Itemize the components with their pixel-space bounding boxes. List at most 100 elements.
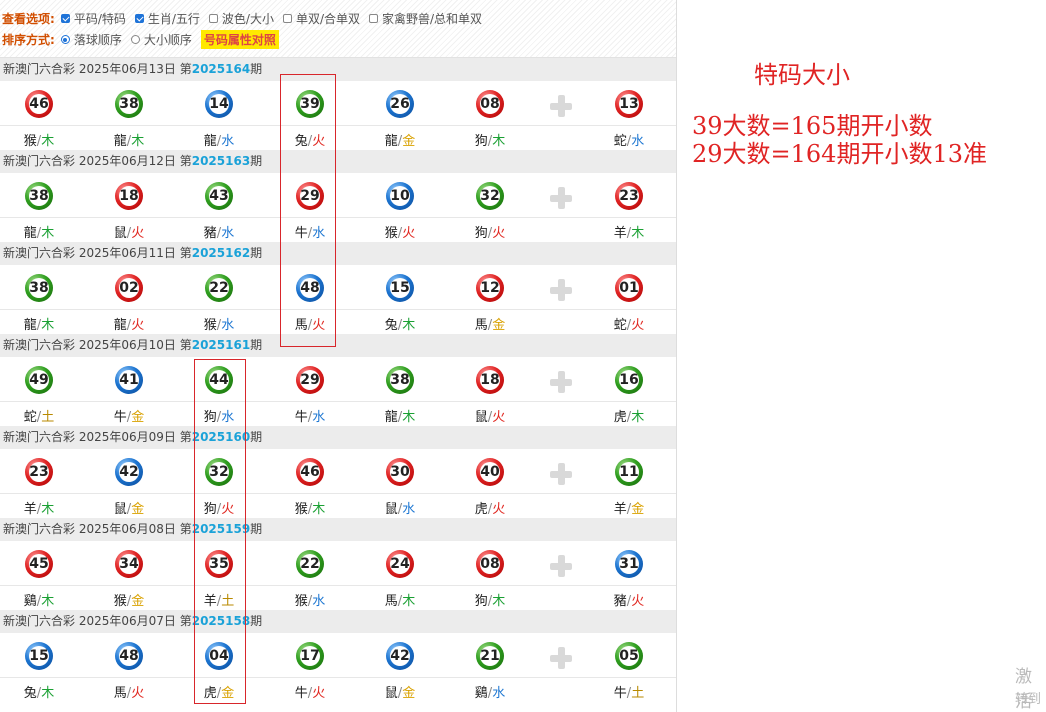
zodiac-label: 兔 xyxy=(384,318,398,333)
element-label: 木 xyxy=(312,502,326,517)
draw-date-label: 新澳门六合彩 2025年06月07日 第 xyxy=(3,614,192,628)
ball-number: 10 xyxy=(390,188,410,204)
ball-attribute: 鼠/水 xyxy=(375,498,425,517)
special-number-ball: 11 xyxy=(615,458,643,486)
zodiac-label: 鼠 xyxy=(474,410,488,425)
option-label: 落球顺序 xyxy=(73,33,122,47)
plus-icon xyxy=(548,461,574,487)
element-label: 木 xyxy=(492,134,506,149)
ball-number: 43 xyxy=(209,188,229,204)
ball-attribute: 龍/金 xyxy=(375,130,425,149)
ball-number: 21 xyxy=(480,648,500,664)
zodiac-label: 羊 xyxy=(613,226,627,241)
balls-row: 49 41 44 29 38 18 16 xyxy=(0,357,676,401)
ball-attribute: 猴/木 xyxy=(14,130,64,149)
ball-number: 38 xyxy=(29,188,49,204)
ball-number: 35 xyxy=(209,556,229,572)
element-label: 土 xyxy=(41,410,55,425)
attributes-row: 蛇/土 牛/金 狗/水 牛/水 龍/木 鼠/火 虎/木 xyxy=(0,401,676,427)
checkbox-icon[interactable] xyxy=(282,14,292,23)
ball-number: 15 xyxy=(29,648,49,664)
option-color-size[interactable]: 波色/大小 xyxy=(208,10,274,27)
ball-attribute: 兔/木 xyxy=(14,682,64,701)
ball-attribute: 鷄/木 xyxy=(14,590,64,609)
element-label: 火 xyxy=(492,502,506,517)
ball-attribute: 龍/木 xyxy=(14,314,64,333)
element-label: 水 xyxy=(221,318,235,333)
number-ball: 48 xyxy=(115,642,143,670)
checkbox-icon[interactable] xyxy=(134,14,144,23)
element-label: 金 xyxy=(131,594,145,609)
sort-size-order[interactable]: 大小顺序 xyxy=(130,31,192,48)
element-label: 金 xyxy=(402,134,416,149)
draw-issue-suffix: 期 xyxy=(250,246,263,260)
plus-icon xyxy=(548,93,574,119)
attributes-row: 羊/木 鼠/金 狗/火 猴/木 鼠/水 虎/火 羊/金 xyxy=(0,493,676,519)
number-ball: 04 xyxy=(205,642,233,670)
ball-number: 24 xyxy=(390,556,410,572)
ball-number: 18 xyxy=(119,188,139,204)
ball-number: 16 xyxy=(619,372,639,388)
draw-issue-suffix: 期 xyxy=(250,430,263,444)
option-label: 单双/合单双 xyxy=(295,12,360,26)
element-label: 水 xyxy=(492,686,506,701)
option-domestic-wild[interactable]: 家禽野兽/总和单双 xyxy=(369,10,482,27)
draw-issue-number: 2025163 xyxy=(191,154,251,168)
zodiac-label: 蛇 xyxy=(613,318,627,333)
ball-attribute: 猴/水 xyxy=(285,590,335,609)
attributes-row: 猴/木 龍/木 龍/水 兔/火 龍/金 狗/木 蛇/水 xyxy=(0,125,676,151)
element-label: 木 xyxy=(402,318,416,333)
ball-number: 14 xyxy=(209,96,229,112)
number-ball: 44 xyxy=(205,366,233,394)
number-ball: 46 xyxy=(25,90,53,118)
ball-attribute: 馬/火 xyxy=(104,682,154,701)
zodiac-label: 兔 xyxy=(23,686,37,701)
number-attribute-compare-button[interactable]: 号码属性对照 xyxy=(200,30,279,49)
ball-number: 31 xyxy=(619,556,639,572)
draw-block: 新澳门六合彩 2025年06月09日 第2025160期 23 42 32 46 30 40… xyxy=(0,426,676,518)
ball-number: 42 xyxy=(119,464,139,480)
checkbox-icon[interactable] xyxy=(208,14,218,23)
zodiac-label: 牛 xyxy=(294,686,308,701)
sort-draw-order[interactable]: 落球顺序 xyxy=(60,31,122,48)
number-ball: 43 xyxy=(205,182,233,210)
draw-block: 新澳门六合彩 2025年06月10日 第2025161期 49 41 44 29 38 18… xyxy=(0,334,676,426)
radio-icon[interactable] xyxy=(130,35,140,44)
annotation-line-2: 29大数=164期开小数13准 xyxy=(692,140,987,168)
element-label: 金 xyxy=(402,686,416,701)
draw-header: 新澳门六合彩 2025年06月07日 第2025158期 xyxy=(0,610,676,633)
element-label: 水 xyxy=(631,134,645,149)
ball-number: 42 xyxy=(390,648,410,664)
zodiac-label: 鼠 xyxy=(113,502,127,517)
option-label: 家禽野兽/总和单双 xyxy=(382,12,483,26)
ball-number: 48 xyxy=(119,648,139,664)
element-label: 木 xyxy=(631,410,645,425)
option-odd-even[interactable]: 单双/合单双 xyxy=(282,10,360,27)
checkbox-icon[interactable] xyxy=(60,14,70,23)
plus-icon xyxy=(548,369,574,395)
element-label: 木 xyxy=(41,134,55,149)
ball-attribute: 狗/木 xyxy=(465,590,515,609)
zodiac-label: 龍 xyxy=(23,318,37,333)
balls-row: 45 34 35 22 24 08 31 xyxy=(0,541,676,585)
ball-attribute: 鷄/水 xyxy=(465,682,515,701)
number-ball: 22 xyxy=(205,274,233,302)
option-label: 大小顺序 xyxy=(143,33,192,47)
draw-header: 新澳门六合彩 2025年06月09日 第2025160期 xyxy=(0,426,676,449)
zodiac-label: 鼠 xyxy=(113,226,127,241)
special-number-ball: 16 xyxy=(615,366,643,394)
zodiac-label: 牛 xyxy=(113,410,127,425)
balls-row: 38 18 43 29 10 32 23 xyxy=(0,173,676,217)
number-ball: 23 xyxy=(25,458,53,486)
ball-number: 17 xyxy=(300,648,320,664)
zodiac-label: 龍 xyxy=(384,410,398,425)
option-normal-special[interactable]: 平码/特码 xyxy=(60,10,126,27)
ball-attribute: 豬/火 xyxy=(604,590,654,609)
draw-issue-suffix: 期 xyxy=(250,614,263,628)
ball-attribute: 猴/金 xyxy=(104,590,154,609)
option-zodiac-element[interactable]: 生肖/五行 xyxy=(134,10,200,27)
sort-options-label: 排序方式: xyxy=(2,33,55,47)
radio-icon[interactable] xyxy=(60,35,70,44)
ball-attribute: 龍/木 xyxy=(375,406,425,425)
checkbox-icon[interactable] xyxy=(369,14,378,23)
